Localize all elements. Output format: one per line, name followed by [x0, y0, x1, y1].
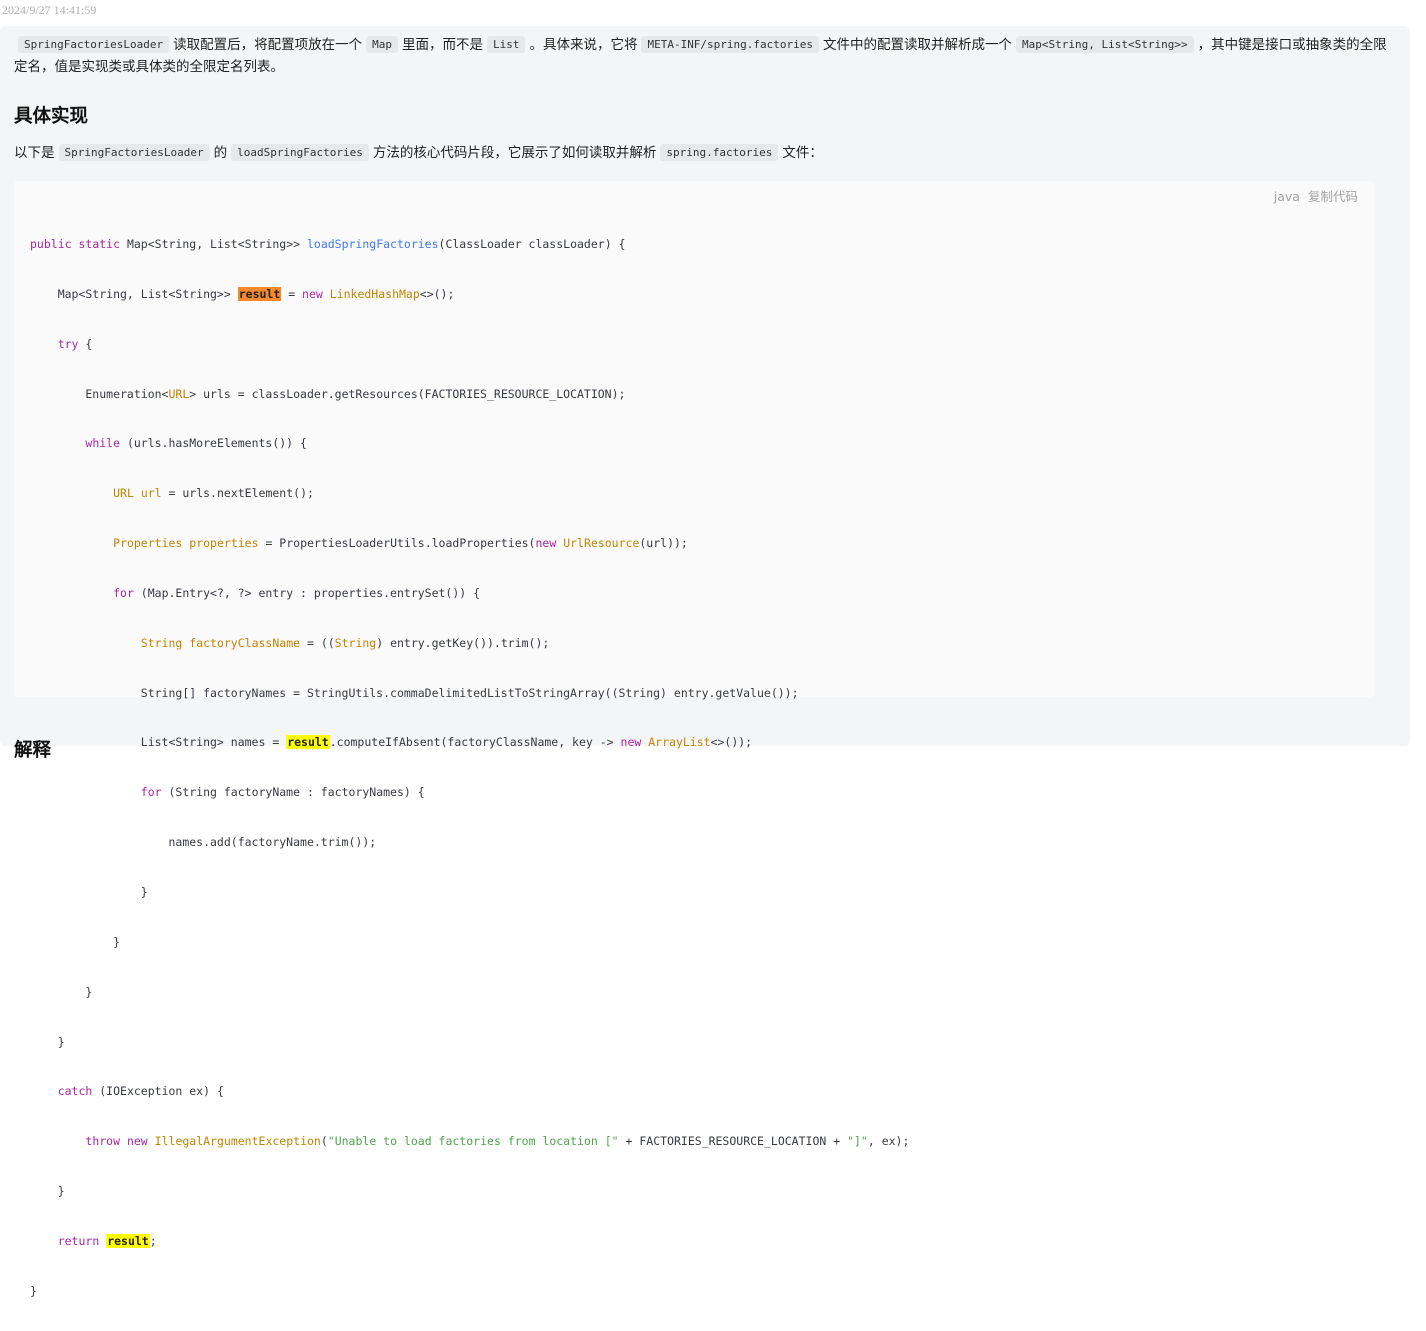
code-toolbar: java 复制代码	[1266, 186, 1358, 205]
code-line: }	[30, 1283, 37, 1298]
text-span: 方法的核心代码片段，它展示了如何读取并解析	[372, 145, 657, 161]
implementation-paragraph: 以下是 SpringFactoriesLoader 的 loadSpringFacto…	[14, 142, 1394, 164]
code-line: }	[30, 884, 148, 899]
inline-code: SpringFactoriesLoader	[58, 144, 210, 161]
code-line: while (urls.hasMoreElements()) {	[85, 436, 307, 451]
code-line: Map<String, List<String>> result = new L…	[30, 286, 455, 301]
code-line: String factoryClassName = ((String) entr…	[140, 635, 550, 650]
intro-paragraph: SpringFactoriesLoader 读取配置后，将配置项放在一个 Map 里面…	[14, 34, 1394, 78]
inline-code: spring.factories	[660, 144, 779, 161]
text-span: 读取配置后，将配置项放在一个	[173, 37, 363, 53]
copy-code-button[interactable]: 复制代码	[1308, 189, 1358, 204]
code-language-label: java	[1273, 189, 1300, 204]
code-line: throw new IllegalArgumentException("Unab…	[85, 1134, 910, 1149]
text-span: 以下是	[14, 145, 55, 161]
code-line: names.add(factoryName.trim());	[30, 835, 377, 850]
code-line: }	[30, 984, 93, 999]
text-span: 的	[213, 145, 228, 161]
inline-code: Map<String, List<String>>	[1016, 36, 1194, 53]
answer-card: SpringFactoriesLoader 读取配置后，将配置项放在一个 Map 里面…	[0, 26, 1410, 1298]
code-line: public static Map<String, List<String>> …	[30, 237, 626, 251]
code-block: java 复制代码 public static Map<String, List<…	[14, 181, 1374, 1298]
section-heading: 具体实现	[14, 106, 89, 127]
inline-code: loadSpringFactories	[231, 144, 369, 161]
code-line: return result;	[57, 1233, 157, 1248]
code-line: for (Map.Entry<?, ?> entry : properties.…	[113, 585, 481, 600]
text-span: 里面，而不是	[401, 37, 483, 53]
code-line: }	[30, 1034, 65, 1049]
code-line: Enumeration<URL> urls = classLoader.getR…	[30, 386, 626, 401]
code-line: }	[30, 1184, 65, 1199]
inline-code: SpringFactoriesLoader	[18, 36, 170, 53]
code-line: String[] factoryNames = StringUtils.comm…	[30, 685, 799, 700]
explanation-heading: 解释	[14, 740, 52, 761]
timestamp: 2024/9/27 14:41:59	[2, 3, 97, 17]
text-span: 文件中的配置读取并解析成一个	[823, 37, 1013, 53]
inline-code: META-INF/spring.factories	[641, 36, 820, 53]
code-line: URL url = urls.nextElement();	[113, 486, 314, 501]
inline-code: Map	[366, 36, 398, 53]
inline-code: List	[486, 36, 526, 53]
code-line: }	[30, 934, 121, 949]
code-line: Properties properties = PropertiesLoader…	[113, 536, 688, 551]
code-line: catch (IOException ex) {	[57, 1084, 224, 1099]
code-line: List<String> names = result.computeIfAbs…	[30, 735, 753, 750]
text-span: 文件：	[782, 145, 823, 161]
code-line: for (String factoryName : factoryNames) …	[140, 785, 425, 800]
text-span: 。具体来说，它将	[529, 37, 638, 53]
code-content: public static Map<String, List<String>> …	[30, 206, 909, 1331]
code-line: try {	[57, 336, 93, 351]
